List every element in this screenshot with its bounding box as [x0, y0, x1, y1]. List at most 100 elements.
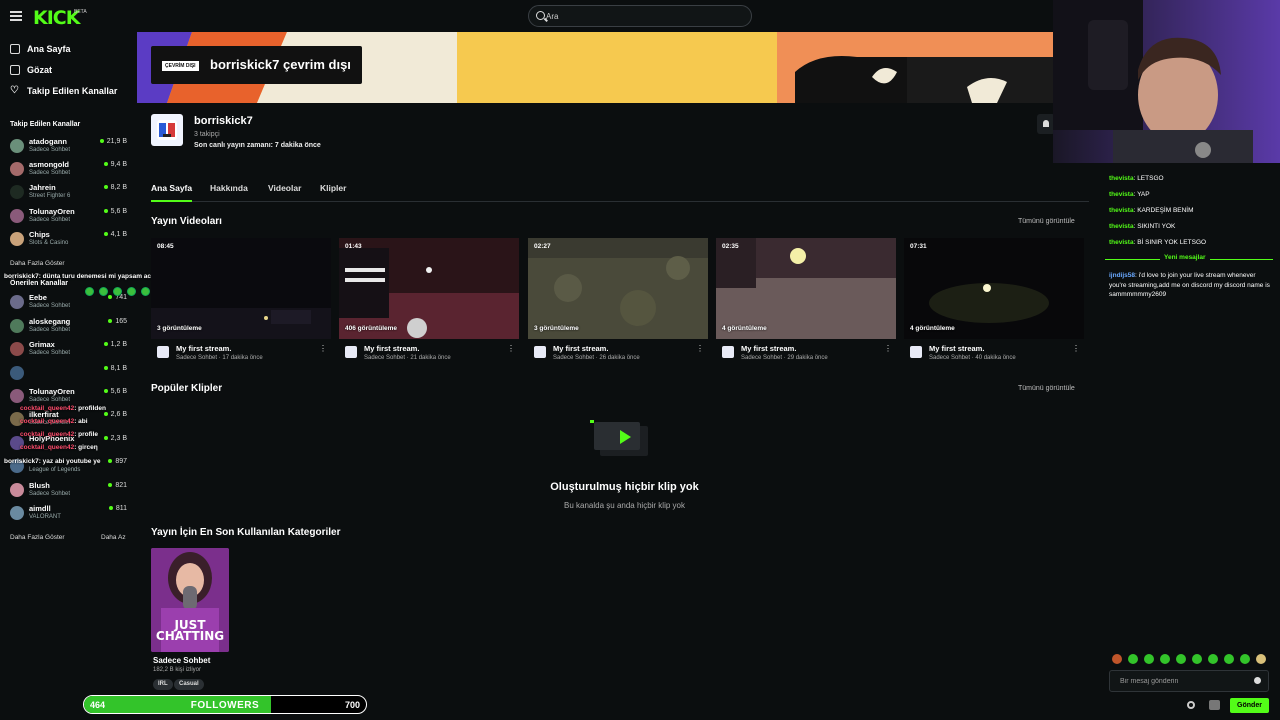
followed-channel[interactable]: Jahrein Street Fighter 6 8,2 B	[10, 182, 130, 204]
chat-username[interactable]: thevista	[1109, 175, 1134, 182]
emote-icon[interactable]	[1208, 654, 1218, 664]
chat-text: : YAP	[1133, 191, 1150, 198]
emote-icon[interactable]	[1160, 654, 1170, 664]
emote-icon[interactable]	[1192, 654, 1202, 664]
emote-icon	[85, 287, 94, 296]
channel-category: Sadece Sohbet	[29, 350, 71, 356]
video-title[interactable]: My first stream.	[553, 344, 608, 353]
tab-videos[interactable]: Videolar	[268, 183, 301, 193]
chat-username[interactable]: thevista	[1109, 239, 1134, 246]
emote-icon[interactable]	[1240, 654, 1250, 664]
channel-name: Grimax	[29, 340, 55, 349]
nav-browse-label: Gözat	[27, 65, 53, 75]
recommended-channel[interactable]: aimdll VALORANT 811	[10, 503, 130, 525]
video-title[interactable]: My first stream.	[741, 344, 796, 353]
followed-channel[interactable]: asmongold Sadece Sohbet 9,4 B	[10, 159, 130, 181]
recommended-channels-title: Önerilen Kanallar	[10, 280, 68, 287]
video-thumbnail[interactable]	[904, 238, 1084, 339]
nav-home[interactable]: Ana Sayfa	[10, 41, 71, 57]
overlay-chat-text: : abi	[74, 418, 88, 425]
menu-icon[interactable]	[10, 11, 22, 21]
followed-channel[interactable]: Chips Slots & Casino 4,1 B	[10, 229, 130, 251]
video-title[interactable]: My first stream.	[364, 344, 419, 353]
chat-message: thevista: SIKINTI YOK	[1109, 222, 1274, 232]
video-card[interactable]: 08:45 3 görüntüleme My first stream. Sad…	[151, 238, 331, 368]
recommended-channel[interactable]: aloskegang Sadece Sohbet 165	[10, 316, 130, 338]
recommended-channel[interactable]: Grimax Sadece Sohbet 1,2 B	[10, 339, 130, 361]
chat-username[interactable]: thevista	[1109, 191, 1134, 198]
more-options-icon[interactable]: ⋮	[696, 344, 704, 353]
video-views: 4 görüntüleme	[910, 325, 955, 332]
followed-channel[interactable]: atadogann Sadece Sohbet 21,9 B	[10, 136, 130, 158]
video-title[interactable]: My first stream.	[929, 344, 984, 353]
video-title[interactable]: My first stream.	[176, 344, 231, 353]
tag-casual[interactable]: Casual	[174, 679, 204, 690]
overlay-chat-message: cocktail_queen42: profile	[20, 431, 98, 438]
channel-name: TolunayOren	[29, 207, 75, 216]
avatar	[10, 483, 24, 497]
chat-message-input[interactable]	[1120, 675, 1250, 688]
tab-home[interactable]: Ana Sayfa	[151, 183, 193, 202]
chat-username[interactable]: thevista	[1109, 223, 1134, 230]
search-box[interactable]	[528, 5, 752, 27]
chat-message: thevista: KARDEŞİM BENİM	[1109, 206, 1274, 216]
home-icon	[10, 44, 20, 54]
send-button[interactable]: Gönder	[1230, 698, 1269, 713]
kick-logo[interactable]: KICK	[33, 7, 80, 29]
recommended-channel[interactable]: Eebe Sadece Sohbet 741	[10, 292, 130, 314]
tab-clips[interactable]: Klipler	[320, 183, 346, 193]
avatar	[10, 209, 24, 223]
emote-icon[interactable]	[1128, 654, 1138, 664]
emote-icon[interactable]	[1176, 654, 1186, 664]
viewer-count: 5,6 B	[104, 388, 127, 395]
avatar	[10, 295, 24, 309]
see-all-clips-link[interactable]: Tümünü görüntüle	[1018, 385, 1075, 392]
empty-clips-subtitle: Bu kanalda şu anda hiçbir klip yok	[564, 501, 685, 510]
new-messages-divider[interactable]: Yeni mesajlar	[1105, 254, 1273, 264]
show-more-recommended[interactable]: Daha Fazla Göster	[10, 534, 65, 541]
avatar	[10, 389, 24, 403]
nav-browse[interactable]: Gözat	[10, 62, 52, 78]
chat-username[interactable]: ijndijs58	[1109, 272, 1135, 279]
category-card[interactable]: JUST CHATTING	[151, 548, 229, 652]
thumbnail-art	[151, 238, 331, 339]
video-thumbnail[interactable]	[151, 238, 331, 339]
search-input[interactable]	[546, 8, 746, 24]
video-card[interactable]: 02:35 4 görüntüleme My first stream. Sad…	[716, 238, 896, 368]
chat-username[interactable]: thevista	[1109, 207, 1134, 214]
tag-irl[interactable]: IRL	[153, 679, 173, 690]
emote-icon[interactable]	[1224, 654, 1234, 664]
video-card[interactable]: 01:43 406 görüntüleme My first stream. S…	[339, 238, 519, 368]
see-all-videos-link[interactable]: Tümünü görüntüle	[1018, 218, 1075, 225]
more-options-icon[interactable]: ⋮	[319, 344, 327, 353]
emote-icon[interactable]	[1112, 654, 1122, 664]
emote-icon[interactable]	[1256, 654, 1266, 664]
bot-icon[interactable]	[1209, 700, 1220, 710]
chat-input-box[interactable]	[1109, 670, 1269, 692]
more-options-icon[interactable]: ⋮	[884, 344, 892, 353]
emoji-icon[interactable]	[1254, 677, 1261, 684]
channel-followers: 3 takipçi	[194, 131, 220, 138]
followed-channel[interactable]: TolunayOren Sadece Sohbet 5,6 B	[10, 206, 130, 228]
viewer-count: 2,3 B	[104, 435, 127, 442]
more-options-icon[interactable]: ⋮	[1072, 344, 1080, 353]
recommended-channel[interactable]: 8,1 B	[10, 363, 130, 385]
nav-following[interactable]: ♡ Takip Edilen Kanallar	[10, 83, 117, 99]
more-options-icon[interactable]: ⋮	[507, 344, 515, 353]
video-views: 4 görüntüleme	[722, 325, 767, 332]
show-less-recommended[interactable]: Daha Az	[101, 534, 126, 541]
category-name[interactable]: Sadece Sohbet	[153, 656, 210, 665]
video-thumbnail[interactable]	[716, 238, 896, 339]
avatar	[10, 232, 24, 246]
tab-about[interactable]: Hakkında	[210, 183, 248, 193]
emote-icon[interactable]	[1144, 654, 1154, 664]
video-card[interactable]: 07:31 4 görüntüleme My first stream. Sad…	[904, 238, 1084, 368]
recommended-channel[interactable]: Blush Sadece Sohbet 821	[10, 480, 130, 502]
video-thumbnail[interactable]	[339, 238, 519, 339]
video-thumbnail[interactable]	[528, 238, 708, 339]
show-more-followed[interactable]: Daha Fazla Göster	[10, 260, 65, 267]
channel-category: Slots & Casino	[29, 240, 69, 246]
video-card[interactable]: 02:27 3 görüntüleme My first stream. Sad…	[528, 238, 708, 368]
channel-avatar[interactable]	[151, 114, 183, 146]
gear-icon[interactable]	[1187, 701, 1195, 709]
